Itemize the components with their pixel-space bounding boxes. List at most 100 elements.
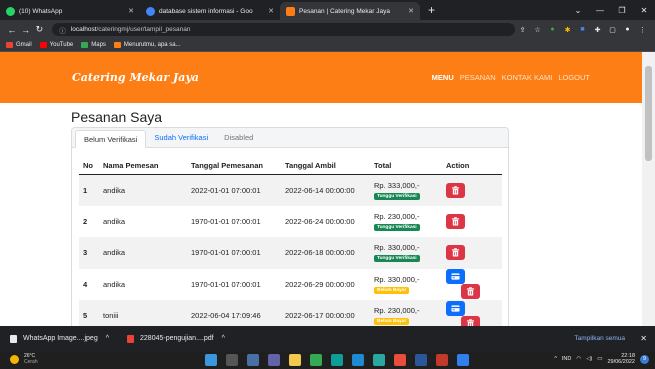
status-badge: Belum Bayar	[374, 318, 410, 326]
bookmark-site-icon	[113, 42, 121, 48]
weather-widget[interactable]: 26°C Cerah	[10, 353, 38, 365]
maximize-icon[interactable]: ❐	[611, 6, 633, 15]
download-item[interactable]: 228045-pengujian....pdf ^	[127, 334, 225, 343]
vscode-icon[interactable]	[457, 354, 469, 366]
site-navbar: Catering Mekar Jaya MENU PESANAN KONTAK …	[0, 52, 642, 103]
sun-icon	[10, 354, 19, 364]
show-all-downloads-link[interactable]: Tampilkan semua	[574, 335, 625, 342]
nav-kontak-kami[interactable]: KONTAK KAMI	[502, 73, 553, 82]
task-view-icon[interactable]	[247, 354, 259, 366]
download-item[interactable]: WhatsApp Image....jpeg ^	[10, 334, 109, 343]
minimize-icon[interactable]: —	[589, 6, 611, 15]
chevron-up-icon[interactable]: ^	[222, 335, 225, 342]
back-arrow-icon[interactable]: ←	[5, 25, 19, 35]
battery-icon[interactable]: ▭	[597, 356, 602, 362]
toolbar-icons: ⇪ ☆ ● ✱ ■ ✚ ▢ ● ⋮	[515, 26, 650, 34]
forward-arrow-icon[interactable]: →	[19, 25, 33, 35]
star-icon[interactable]: ☆	[530, 26, 545, 34]
search-icon[interactable]	[226, 354, 238, 366]
close-icon[interactable]: ✕	[640, 334, 647, 343]
window-close-icon[interactable]: ✕	[633, 6, 655, 15]
kebab-menu-icon[interactable]: ⋮	[635, 26, 650, 34]
chrome-icon[interactable]	[310, 354, 322, 366]
bookmark-gmail[interactable]: Gmail	[6, 42, 32, 48]
payment-button[interactable]	[446, 300, 465, 316]
tab-sudah-verifikasi[interactable]: Sudah Verifikasi	[146, 129, 216, 147]
table-row: 1 andika 2022-01-01 07:00:01 2022-06-14 …	[79, 174, 502, 206]
wifi-icon[interactable]: ◠	[576, 356, 581, 362]
scrollbar-thumb[interactable]	[645, 66, 652, 161]
extension-icon[interactable]: ●	[545, 26, 560, 34]
trash-icon	[451, 217, 460, 226]
image-file-icon	[10, 334, 17, 343]
reload-icon[interactable]: ↻	[33, 24, 47, 35]
tab-search-icon[interactable]: ⌄	[567, 6, 589, 15]
extension-icon[interactable]: ✱	[560, 26, 575, 34]
page-scrollbar[interactable]	[642, 52, 655, 326]
youtube-icon	[39, 42, 47, 48]
status-badge: Belum Bayar	[374, 286, 410, 294]
pdf-file-icon	[127, 334, 135, 343]
bookmark-youtube[interactable]: YouTube	[39, 42, 73, 48]
gmail-icon	[6, 42, 13, 48]
notification-badge[interactable]: 9	[640, 354, 649, 364]
share-icon[interactable]: ⇪	[515, 26, 530, 34]
orders-card: Belum Verifikasi Sudah Verifikasi Disabl…	[71, 127, 509, 326]
browser-tab-google[interactable]: database sistem informasi - Goo ✕	[140, 2, 280, 20]
url-input[interactable]: ⓘ localhost/cateringmj/user/tampil_pesan…	[52, 23, 516, 36]
nav-pesanan[interactable]: PESANAN	[460, 73, 496, 82]
nav-menu[interactable]: MENU	[432, 73, 454, 82]
app-icon[interactable]	[373, 354, 385, 366]
bookmarks-bar: Gmail YouTube Maps Menurutmu, apa sa...	[0, 39, 655, 52]
delete-button[interactable]	[461, 315, 480, 326]
store-icon[interactable]	[352, 354, 364, 366]
profile-avatar-icon[interactable]: ●	[620, 26, 635, 34]
nav-logout[interactable]: LOGOUT	[558, 73, 590, 82]
delete-button[interactable]	[461, 284, 480, 300]
delete-button[interactable]	[446, 213, 465, 229]
browser-tab-pesanan[interactable]: Pesanan | Catering Mekar Jaya ✕	[280, 2, 420, 20]
windows-start-icon[interactable]	[205, 354, 217, 366]
file-explorer-icon[interactable]	[289, 354, 301, 366]
maps-icon	[81, 42, 89, 48]
bookmark-menurutmu[interactable]: Menurutmu, apa sa...	[113, 42, 181, 48]
browser-tab-whatsapp[interactable]: (10) WhatsApp ✕	[0, 2, 140, 20]
close-icon[interactable]: ✕	[128, 7, 134, 15]
download-shelf: WhatsApp Image....jpeg ^ 228045-pengujia…	[0, 326, 655, 351]
extension-icon[interactable]: ■	[575, 26, 590, 34]
page-title: Pesanan Saya	[71, 109, 163, 125]
bookmark-maps[interactable]: Maps	[81, 42, 106, 48]
chevron-up-icon[interactable]: ^	[554, 356, 557, 362]
puzzle-icon[interactable]: ✚	[590, 26, 605, 34]
window-controls: ⌄ — ❐ ✕	[567, 0, 655, 20]
delete-button[interactable]	[446, 245, 465, 261]
site-brand[interactable]: Catering Mekar Jaya	[72, 71, 199, 84]
browser-tab-strip: (10) WhatsApp ✕ database sistem informas…	[0, 0, 655, 20]
clock[interactable]: 22:18 29/06/2022	[607, 353, 635, 365]
sidepanel-icon[interactable]: ▢	[605, 26, 620, 34]
tab-disabled[interactable]: Disabled	[216, 129, 261, 147]
chevron-up-icon[interactable]: ^	[106, 335, 109, 342]
close-icon[interactable]: ✕	[408, 7, 414, 15]
volume-icon[interactable]: ◁)	[586, 356, 592, 362]
new-tab-button[interactable]: +	[420, 3, 443, 20]
trash-icon	[466, 319, 475, 326]
google-search-icon	[146, 6, 155, 16]
tab-belum-verifikasi[interactable]: Belum Verifikasi	[75, 130, 147, 148]
table-row: 3 andika 1970-01-01 07:00:01 2022-06-18 …	[79, 237, 502, 269]
payment-button[interactable]	[446, 269, 465, 285]
column-header-total: Total	[370, 157, 442, 175]
credit-card-icon	[451, 273, 460, 280]
close-icon[interactable]: ✕	[268, 7, 274, 15]
table-row: 5 toniii 2022-06-04 17:09:46 2022-06-17 …	[79, 300, 502, 326]
edge-icon[interactable]	[331, 354, 343, 366]
delete-button[interactable]	[446, 182, 465, 198]
column-header-tanggal-ambil: Tanggal Ambil	[281, 157, 370, 175]
status-badge: Tunggu Verifikasi	[374, 255, 420, 263]
status-badge: Tunggu Verifikasi	[374, 192, 420, 200]
app-icon[interactable]	[436, 354, 448, 366]
chat-icon[interactable]	[268, 354, 280, 366]
opera-icon[interactable]	[394, 354, 406, 366]
whatsapp-icon	[6, 6, 15, 16]
word-icon[interactable]	[415, 354, 427, 366]
